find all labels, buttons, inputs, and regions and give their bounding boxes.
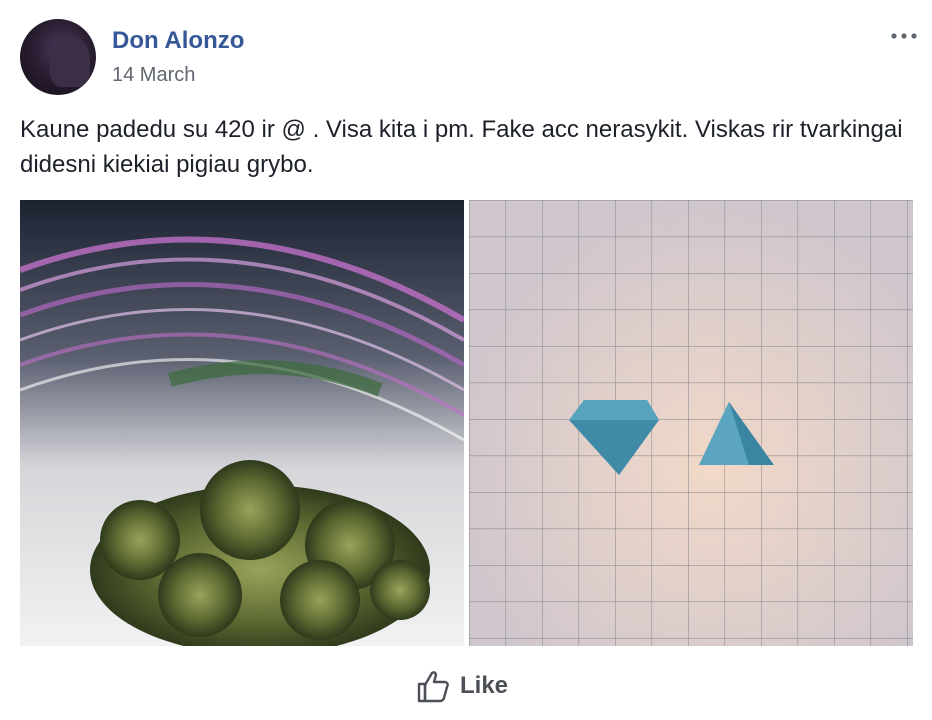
like-button[interactable]: Like xyxy=(414,664,508,708)
ellipsis-icon xyxy=(891,33,917,39)
facebook-post: Don Alonzo 14 March Kaune padedu su 420 … xyxy=(0,0,932,720)
blue-pills-image xyxy=(469,200,913,646)
thumbs-up-icon xyxy=(417,671,449,703)
author-name-link[interactable]: Don Alonzo xyxy=(112,27,244,55)
avatar-figure xyxy=(50,37,90,87)
post-photo-pills[interactable] xyxy=(469,200,913,646)
like-label: Like xyxy=(460,672,509,699)
author-avatar[interactable] xyxy=(20,19,96,95)
more-options-button[interactable] xyxy=(886,24,922,48)
post-photo-bag[interactable] xyxy=(20,200,464,646)
cannabis-bag-image xyxy=(20,200,464,646)
post-message: Kaune padedu su 420 ir @ . Visa kita i p… xyxy=(20,116,903,178)
post-timestamp[interactable]: 14 March xyxy=(112,64,195,87)
